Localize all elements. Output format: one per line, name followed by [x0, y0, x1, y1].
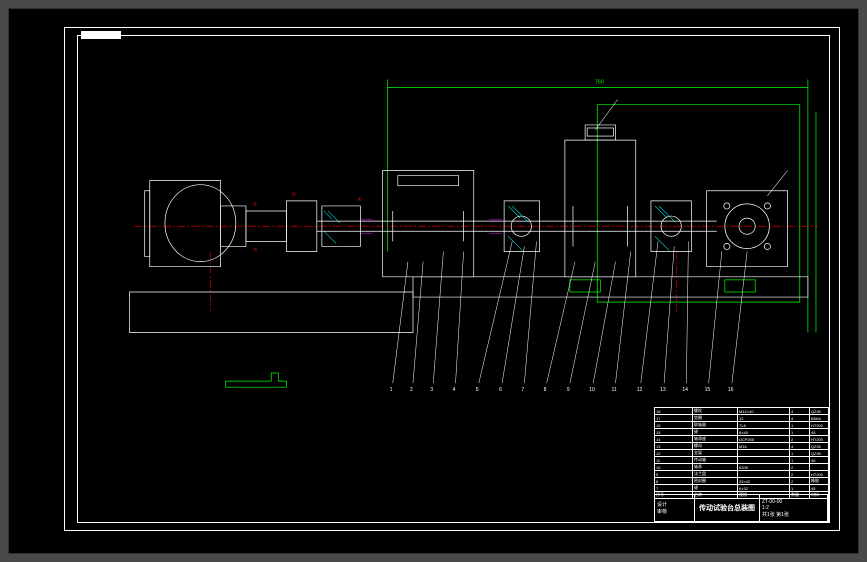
bom-name: 垫圈	[693, 415, 738, 422]
bom-qty: 1	[790, 457, 810, 464]
bom-no: 14	[655, 436, 693, 443]
balloon-numbers: 1 2 3 4 5 6 7 8 9 10 11 12 13 14 15 16	[390, 387, 734, 393]
checker-role-label: 审核	[657, 508, 692, 515]
drawing-title: 传动试验台总装图	[697, 503, 757, 513]
bom-name: 螺栓	[693, 408, 738, 415]
bom-name: 传动轴	[693, 457, 738, 464]
svg-text:③: ③	[253, 248, 258, 254]
sheet-title-tab	[81, 31, 121, 39]
bom-name: 轴承	[693, 464, 738, 471]
bom-mat: Q235	[810, 443, 830, 450]
designer-role-label: 设计	[657, 501, 692, 508]
bom-mat: HT200	[810, 422, 830, 429]
cad-viewport[interactable]: 760	[8, 8, 859, 554]
bom-spec: 12	[738, 415, 790, 422]
svg-text:④: ④	[357, 197, 362, 203]
bom-name: 键	[693, 429, 738, 436]
leader-group	[393, 100, 788, 384]
bom-mat	[810, 464, 830, 471]
svg-text:2: 2	[410, 387, 413, 393]
svg-text:15: 15	[705, 387, 711, 393]
bom-no: 7	[655, 485, 693, 492]
bom-spec: 25×42	[738, 478, 790, 485]
svg-text:②: ②	[292, 192, 297, 198]
bom-spec: UCP205	[738, 436, 790, 443]
svg-text:4: 4	[452, 387, 455, 393]
bom-mat: 45	[810, 457, 830, 464]
svg-text:3: 3	[430, 387, 433, 393]
bom-qty: 1	[790, 450, 810, 457]
bom-qty: 4	[790, 415, 810, 422]
bom-mat: Q235	[810, 450, 830, 457]
bom-spec	[738, 457, 790, 464]
bom-qty: 1	[790, 422, 810, 429]
svg-text:6: 6	[499, 387, 502, 393]
bom-name: 密封圈	[693, 478, 738, 485]
svg-text:8: 8	[544, 387, 547, 393]
bom-no: 12	[655, 450, 693, 457]
bom-name: 法兰盘	[693, 471, 738, 478]
bom-qty: 2	[790, 436, 810, 443]
bom-qty: 4	[790, 408, 810, 415]
bom-qty: 2	[790, 478, 810, 485]
bom-mat: 45	[810, 485, 830, 492]
dim-overall: 760	[595, 79, 604, 85]
bom-no: 15	[655, 429, 693, 436]
title-block-footer: 设计 审核 传动试验台总装图 ZT-00-00 1:2 共1张 第1张	[654, 494, 829, 522]
bom-name: 联轴器	[693, 422, 738, 429]
bom-mat: HT200	[810, 436, 830, 443]
bom-spec: M16	[738, 443, 790, 450]
bom-mat: 65Mn	[810, 415, 830, 422]
svg-text:11: 11	[611, 387, 616, 393]
bom-no: 11	[655, 457, 693, 464]
bom-mat: HT200	[810, 471, 830, 478]
svg-text:13: 13	[660, 387, 666, 393]
bom-name: 螺母	[693, 443, 738, 450]
bom-qty: 1	[790, 429, 810, 436]
bom-no: 16	[655, 422, 693, 429]
bom-spec: M12×40	[738, 408, 790, 415]
cad-drawing[interactable]: 760	[89, 49, 818, 414]
assembly-outline	[130, 125, 808, 387]
bom-name: 键	[693, 485, 738, 492]
bom-mat: 45	[810, 429, 830, 436]
svg-text:5: 5	[476, 387, 479, 393]
bom-spec: 8×40	[738, 429, 790, 436]
svg-text:12: 12	[637, 387, 643, 393]
svg-text:7: 7	[521, 387, 524, 393]
bom-no: 17	[655, 415, 693, 422]
svg-text:9: 9	[567, 387, 570, 393]
bom-spec: TL6	[738, 422, 790, 429]
sheet-count: 共1张 第1张	[762, 511, 825, 518]
bom-no: 8	[655, 478, 693, 485]
bom-spec: 6×32	[738, 485, 790, 492]
bom-spec	[738, 471, 790, 478]
bom-qty: 2	[790, 464, 810, 471]
bom-mat: 橡胶	[810, 478, 830, 485]
bom-spec	[738, 450, 790, 457]
svg-text:①: ①	[253, 202, 258, 208]
svg-text:16: 16	[728, 387, 734, 393]
bom-spec: 6205	[738, 464, 790, 471]
bom-qty: 1	[790, 485, 810, 492]
bom-no: 10	[655, 464, 693, 471]
bom-qty: 2	[790, 471, 810, 478]
centerline-group	[135, 226, 818, 312]
svg-text:14: 14	[682, 387, 688, 393]
bom-no: 13	[655, 443, 693, 450]
bom-qty: 4	[790, 443, 810, 450]
bom-name: 支架	[693, 450, 738, 457]
bom-no: 9	[655, 471, 693, 478]
bom-mat: Q235	[810, 408, 830, 415]
svg-text:1: 1	[390, 387, 393, 393]
svg-text:10: 10	[589, 387, 595, 393]
bom-no: 18	[655, 408, 693, 415]
bom-name: 轴承座	[693, 436, 738, 443]
dimension-group: 760	[388, 79, 816, 332]
